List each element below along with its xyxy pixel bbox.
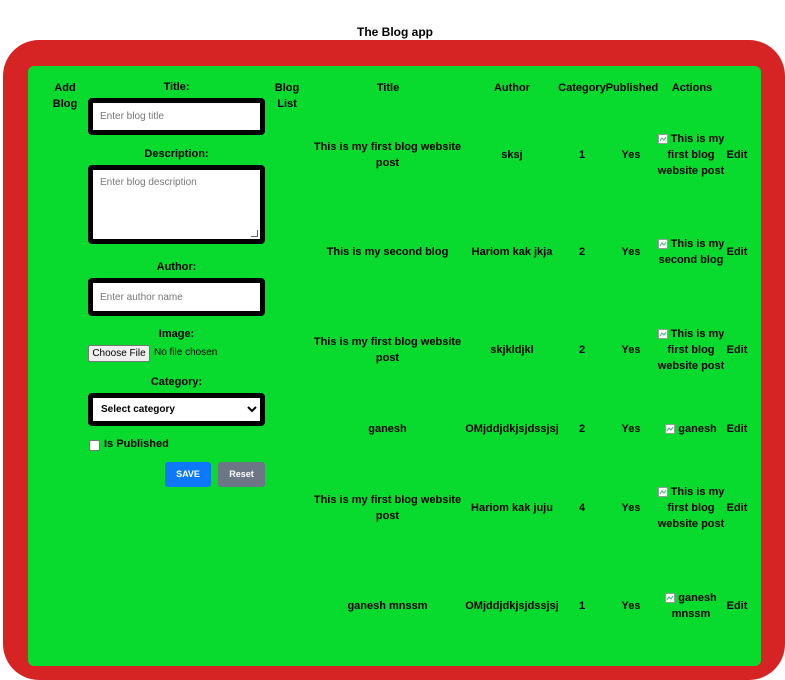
published-label: Is Published [104, 438, 169, 450]
author-input[interactable] [93, 283, 260, 311]
row-image-alt: This is my first blog website post [657, 486, 725, 530]
row-published: Yes [621, 600, 641, 612]
edit-button[interactable]: Edit [724, 147, 750, 163]
row-title: ganesh [368, 423, 407, 435]
title-label: Title: [163, 81, 190, 93]
row-category: 1 [578, 149, 586, 161]
row-author: Hariom kak jkja [471, 246, 553, 258]
row-category: 2 [578, 344, 586, 356]
column-header-title: Title [376, 82, 400, 94]
row-category: 2 [578, 423, 586, 435]
blog-list-heading: Blog List [274, 82, 300, 110]
published-checkbox[interactable] [89, 440, 100, 451]
row-image-alt: This is my first blog website post [657, 133, 725, 177]
broken-image-icon [665, 423, 676, 434]
row-author: sksj [501, 149, 523, 161]
choose-file-button[interactable]: Choose File [88, 345, 150, 362]
file-status: No file chosen [154, 347, 218, 358]
row-image-alt: ganesh [678, 423, 717, 435]
title-input[interactable] [93, 103, 260, 130]
column-header-category: Category [558, 82, 606, 94]
author-field[interactable] [88, 278, 265, 316]
broken-image-icon [657, 133, 668, 144]
edit-button[interactable]: Edit [724, 244, 750, 260]
image-label: Image: [158, 328, 195, 340]
row-published: Yes [621, 149, 641, 161]
row-image-alt: ganesh mnssm [671, 592, 717, 620]
edit-button[interactable]: Edit [724, 500, 750, 516]
resize-handle-icon[interactable] [251, 230, 258, 237]
row-author: OMjddjdkjsjdssjsj [465, 423, 559, 435]
edit-button[interactable]: Edit [724, 421, 750, 437]
edit-button[interactable]: Edit [724, 342, 750, 358]
title-field[interactable] [88, 98, 265, 135]
row-category: 4 [578, 502, 586, 514]
category-field[interactable]: Select category [88, 393, 265, 426]
row-image: This is my first blog website post [656, 131, 726, 179]
row-published: Yes [621, 246, 641, 258]
column-header-published: Published [605, 82, 659, 94]
description-label: Description: [144, 148, 209, 160]
author-label: Author: [156, 261, 197, 273]
row-author: skjkldjkl [490, 344, 534, 356]
row-published: Yes [621, 423, 641, 435]
row-image-alt: This is my first blog website post [657, 328, 725, 372]
save-button[interactable]: SAVE [165, 462, 211, 487]
category-label: Category: [150, 376, 203, 388]
row-image: This is my first blog website post [656, 484, 726, 532]
description-input[interactable] [93, 170, 260, 239]
row-image: This is my second blog [656, 236, 726, 268]
row-image: ganesh [656, 421, 726, 437]
row-title: This is my first blog website post [313, 141, 462, 169]
edit-button[interactable]: Edit [724, 598, 750, 614]
reset-button[interactable]: Reset [218, 462, 265, 487]
broken-image-icon [657, 486, 668, 497]
broken-image-icon [657, 328, 668, 339]
category-select[interactable]: Select category [93, 398, 260, 421]
description-field[interactable] [88, 165, 265, 244]
row-category: 1 [578, 600, 586, 612]
row-image-alt: This is my second blog [658, 238, 725, 266]
row-image: This is my first blog website post [656, 326, 726, 374]
row-category: 2 [578, 246, 586, 258]
row-published: Yes [621, 344, 641, 356]
app-title: The Blog app [357, 25, 433, 39]
row-author: Hariom kak juju [471, 502, 553, 514]
column-header-actions: Actions [671, 82, 713, 94]
row-title: This is my first blog website post [313, 336, 462, 364]
row-title: This is my second blog [326, 246, 449, 258]
row-author: OMjddjdkjsjdssjsj [465, 600, 559, 612]
column-header-author: Author [493, 82, 531, 94]
broken-image-icon [665, 592, 676, 603]
row-image: ganesh mnssm [656, 590, 726, 622]
broken-image-icon [657, 238, 668, 249]
row-title: ganesh mnssm [347, 600, 428, 612]
row-published: Yes [621, 502, 641, 514]
row-title: This is my first blog website post [313, 494, 462, 522]
add-blog-heading: Add Blog [52, 82, 78, 110]
